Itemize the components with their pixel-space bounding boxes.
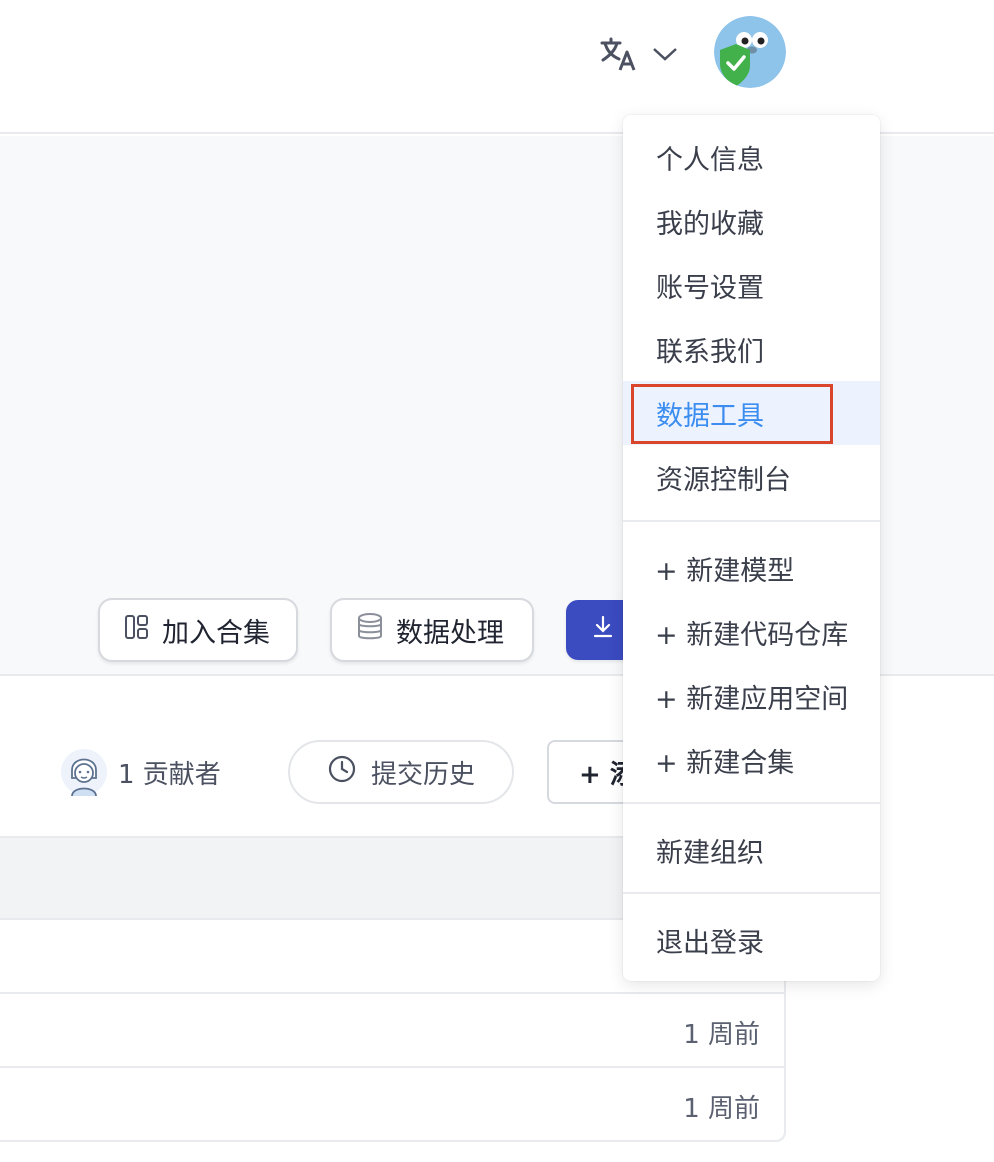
page: 加入合集 数据处理 1 贡献者 提交历史 + 添 1 周前 1 周前 个人信息 … bbox=[0, 0, 994, 1162]
row-time: 1 周前 bbox=[683, 1094, 760, 1124]
menu-item-label: 退出登录 bbox=[656, 927, 764, 959]
chevron-down-icon bbox=[652, 45, 678, 63]
menu-item-data-tools[interactable]: 数据工具 bbox=[623, 381, 880, 445]
menu-divider bbox=[623, 802, 880, 804]
data-processing-label: 数据处理 bbox=[396, 617, 504, 649]
menu-item-label: 数据工具 bbox=[656, 400, 764, 432]
gopher-avatar-icon bbox=[714, 16, 786, 88]
contributor-avatar bbox=[60, 746, 108, 798]
menu-item-new-organization[interactable]: 新建组织 bbox=[623, 818, 880, 882]
menu-item-label: 新建组织 bbox=[656, 837, 764, 869]
menu-item-label: + 新建合集 bbox=[655, 747, 795, 779]
menu-item-label: + 新建代码仓库 bbox=[655, 619, 849, 651]
menu-item-label: + 新建模型 bbox=[655, 555, 795, 587]
menu-item-new-app-space[interactable]: + 新建应用空间 bbox=[623, 664, 880, 728]
add-to-collection-button[interactable]: 加入合集 bbox=[98, 598, 298, 662]
menu-item-contact-us[interactable]: 联系我们 bbox=[623, 317, 880, 381]
top-header bbox=[0, 0, 994, 134]
row-time: 1 周前 bbox=[683, 1020, 760, 1050]
table-row[interactable]: 1 周前 bbox=[0, 994, 784, 1068]
menu-item-label: 个人信息 bbox=[656, 144, 764, 176]
menu-item-label: 资源控制台 bbox=[656, 464, 791, 496]
menu-divider bbox=[623, 892, 880, 894]
data-processing-button[interactable]: 数据处理 bbox=[330, 598, 534, 662]
menu-divider bbox=[623, 520, 880, 522]
menu-item-new-collection[interactable]: + 新建合集 bbox=[623, 728, 880, 792]
menu-item-label: 账号设置 bbox=[656, 272, 764, 304]
menu-item-resource-console[interactable]: 资源控制台 bbox=[623, 445, 880, 509]
menu-item-account-settings[interactable]: 账号设置 bbox=[623, 253, 880, 317]
contributors-info[interactable]: 1 贡献者 bbox=[60, 746, 221, 798]
menu-item-profile[interactable]: 个人信息 bbox=[623, 125, 880, 189]
menu-item-logout[interactable]: 退出登录 bbox=[623, 908, 880, 972]
language-switcher[interactable] bbox=[598, 30, 680, 78]
menu-item-favorites[interactable]: 我的收藏 bbox=[623, 189, 880, 253]
download-icon bbox=[592, 615, 614, 646]
commit-history-button[interactable]: 提交历史 bbox=[288, 740, 514, 804]
user-avatar[interactable] bbox=[714, 16, 786, 88]
menu-item-label: 联系我们 bbox=[656, 336, 764, 368]
clock-icon bbox=[327, 754, 357, 791]
database-icon bbox=[356, 612, 384, 649]
menu-item-new-model[interactable]: + 新建模型 bbox=[623, 536, 880, 600]
translate-icon bbox=[598, 34, 638, 74]
add-to-collection-label: 加入合集 bbox=[162, 617, 270, 649]
table-row[interactable]: 1 周前 bbox=[0, 1068, 784, 1142]
commit-history-label: 提交历史 bbox=[370, 759, 475, 790]
contributors-label: 1 贡献者 bbox=[118, 759, 221, 790]
menu-item-label: 我的收藏 bbox=[656, 208, 764, 240]
collection-icon bbox=[124, 614, 150, 647]
user-dropdown-menu: 个人信息 我的收藏 账号设置 联系我们 数据工具 资源控制台 + 新建模型 + … bbox=[623, 115, 880, 981]
menu-item-label: + 新建应用空间 bbox=[655, 683, 849, 715]
menu-item-new-code-repo[interactable]: + 新建代码仓库 bbox=[623, 600, 880, 664]
